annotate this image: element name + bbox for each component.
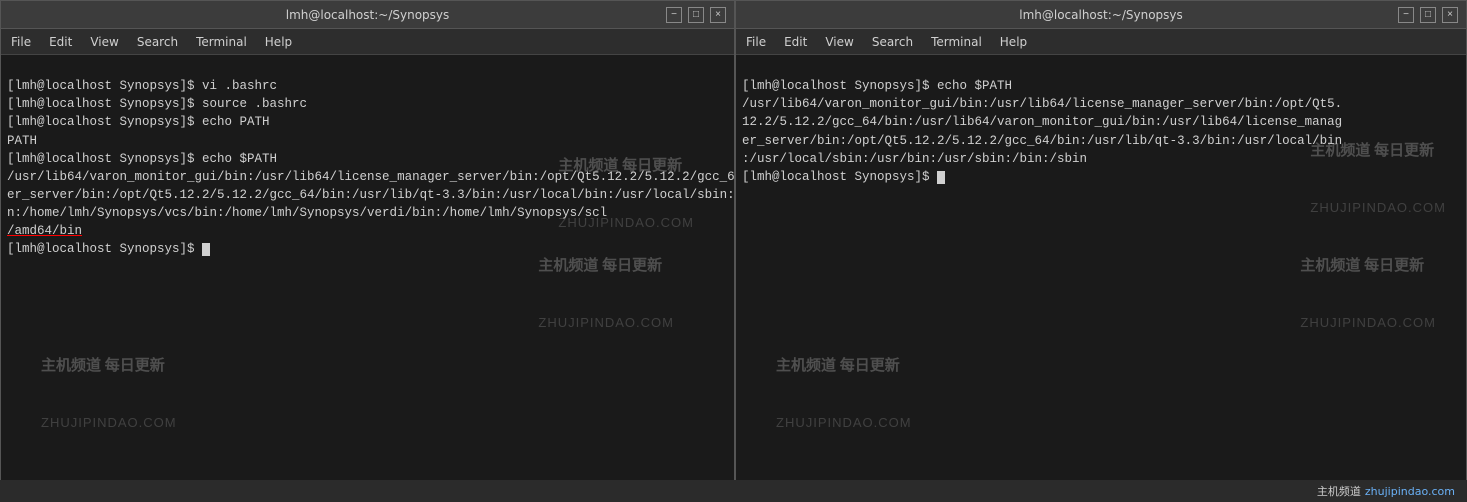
left-line-8: n:/home/lmh/Synopsys/vcs/bin:/home/lmh/S… — [7, 206, 607, 220]
left-title-bar: lmh@localhost:~/Synopsys − □ × — [1, 1, 734, 29]
left-watermark-bot: 主机频道 每日更新 ZHUJIPINDAO.COM — [41, 320, 177, 469]
right-title: lmh@localhost:~/Synopsys — [804, 8, 1398, 22]
right-watermark-en-1: ZHUJIPINDAO.COM — [1310, 199, 1446, 218]
left-window-controls: − □ × — [666, 7, 726, 23]
right-window-controls: − □ × — [1398, 7, 1458, 23]
right-watermark-bot: 主机频道 每日更新 ZHUJIPINDAO.COM — [776, 320, 912, 469]
left-line-10: [lmh@localhost Synopsys]$ — [7, 242, 210, 256]
right-line-4: er_server/bin:/opt/Qt5.12.2/5.12.2/gcc_6… — [742, 134, 1342, 148]
left-line-9: /amd64/bin — [7, 224, 82, 238]
left-menu-edit[interactable]: Edit — [43, 33, 78, 51]
left-line-4: PATH — [7, 134, 37, 148]
left-minimize-button[interactable]: − — [666, 7, 682, 23]
right-cursor — [937, 171, 945, 184]
left-watermark-mid: 主机频道 每日更新 ZHUJIPINDAO.COM — [538, 220, 674, 369]
right-line-6: [lmh@localhost Synopsys]$ — [742, 170, 945, 184]
bottom-bar-label: 主机频道 — [1317, 483, 1361, 499]
right-menu-bar: File Edit View Search Terminal Help — [736, 29, 1466, 55]
left-title: lmh@localhost:~/Synopsys — [69, 8, 666, 22]
right-menu-help[interactable]: Help — [994, 33, 1033, 51]
left-watermark-en-2: ZHUJIPINDAO.COM — [538, 314, 674, 333]
left-line-2: [lmh@localhost Synopsys]$ source .bashrc — [7, 97, 307, 111]
left-line-6: /usr/lib64/varon_monitor_gui/bin:/usr/li… — [7, 170, 734, 184]
left-menu-view[interactable]: View — [84, 33, 124, 51]
left-watermark-zh-2: 主机频道 每日更新 — [538, 256, 674, 278]
right-watermark-en-3: ZHUJIPINDAO.COM — [776, 414, 912, 433]
right-terminal-window: lmh@localhost:~/Synopsys − □ × File Edit… — [735, 0, 1467, 490]
right-line-3: 12.2/5.12.2/gcc_64/bin:/usr/lib64/varon_… — [742, 115, 1342, 129]
left-close-button[interactable]: × — [710, 7, 726, 23]
right-watermark-zh-3: 主机频道 每日更新 — [776, 356, 912, 378]
right-menu-search[interactable]: Search — [866, 33, 919, 51]
desktop: lmh@localhost:~/Synopsys − □ × File Edit… — [0, 0, 1467, 502]
right-watermark-mid: 主机频道 每日更新 ZHUJIPINDAO.COM — [1300, 220, 1436, 369]
left-line-7: er_server/bin:/opt/Qt5.12.2/5.12.2/gcc_6… — [7, 188, 734, 202]
right-line-2: /usr/lib64/varon_monitor_gui/bin:/usr/li… — [742, 97, 1342, 111]
right-line-1: [lmh@localhost Synopsys]$ echo $PATH — [742, 79, 1012, 93]
right-close-button[interactable]: × — [1442, 7, 1458, 23]
left-line-5: [lmh@localhost Synopsys]$ echo $PATH — [7, 152, 277, 166]
left-menu-file[interactable]: File — [5, 33, 37, 51]
bottom-bar-link[interactable]: zhujipindao.com — [1365, 485, 1455, 498]
right-menu-terminal[interactable]: Terminal — [925, 33, 988, 51]
right-title-bar: lmh@localhost:~/Synopsys − □ × — [736, 1, 1466, 29]
right-terminal-content[interactable]: [lmh@localhost Synopsys]$ echo $PATH /us… — [736, 55, 1466, 489]
right-line-5: :/usr/local/sbin:/usr/bin:/usr/sbin:/bin… — [742, 152, 1087, 166]
left-menu-search[interactable]: Search — [131, 33, 184, 51]
left-maximize-button[interactable]: □ — [688, 7, 704, 23]
right-watermark-zh-2: 主机频道 每日更新 — [1300, 256, 1436, 278]
left-watermark-zh-3: 主机频道 每日更新 — [41, 356, 177, 378]
left-menu-help[interactable]: Help — [259, 33, 298, 51]
right-menu-edit[interactable]: Edit — [778, 33, 813, 51]
right-menu-file[interactable]: File — [740, 33, 772, 51]
right-menu-view[interactable]: View — [819, 33, 859, 51]
left-line-3: [lmh@localhost Synopsys]$ echo PATH — [7, 115, 270, 129]
left-cursor — [202, 243, 210, 256]
left-terminal-content[interactable]: [lmh@localhost Synopsys]$ vi .bashrc [lm… — [1, 55, 734, 489]
left-line-1: [lmh@localhost Synopsys]$ vi .bashrc — [7, 79, 277, 93]
left-menu-terminal[interactable]: Terminal — [190, 33, 253, 51]
right-minimize-button[interactable]: − — [1398, 7, 1414, 23]
right-maximize-button[interactable]: □ — [1420, 7, 1436, 23]
bottom-bar: 主机频道 zhujipindao.com — [0, 480, 1467, 502]
left-watermark-en-3: ZHUJIPINDAO.COM — [41, 414, 177, 433]
right-watermark-en-2: ZHUJIPINDAO.COM — [1300, 314, 1436, 333]
left-terminal-window: lmh@localhost:~/Synopsys − □ × File Edit… — [0, 0, 735, 490]
left-menu-bar: File Edit View Search Terminal Help — [1, 29, 734, 55]
